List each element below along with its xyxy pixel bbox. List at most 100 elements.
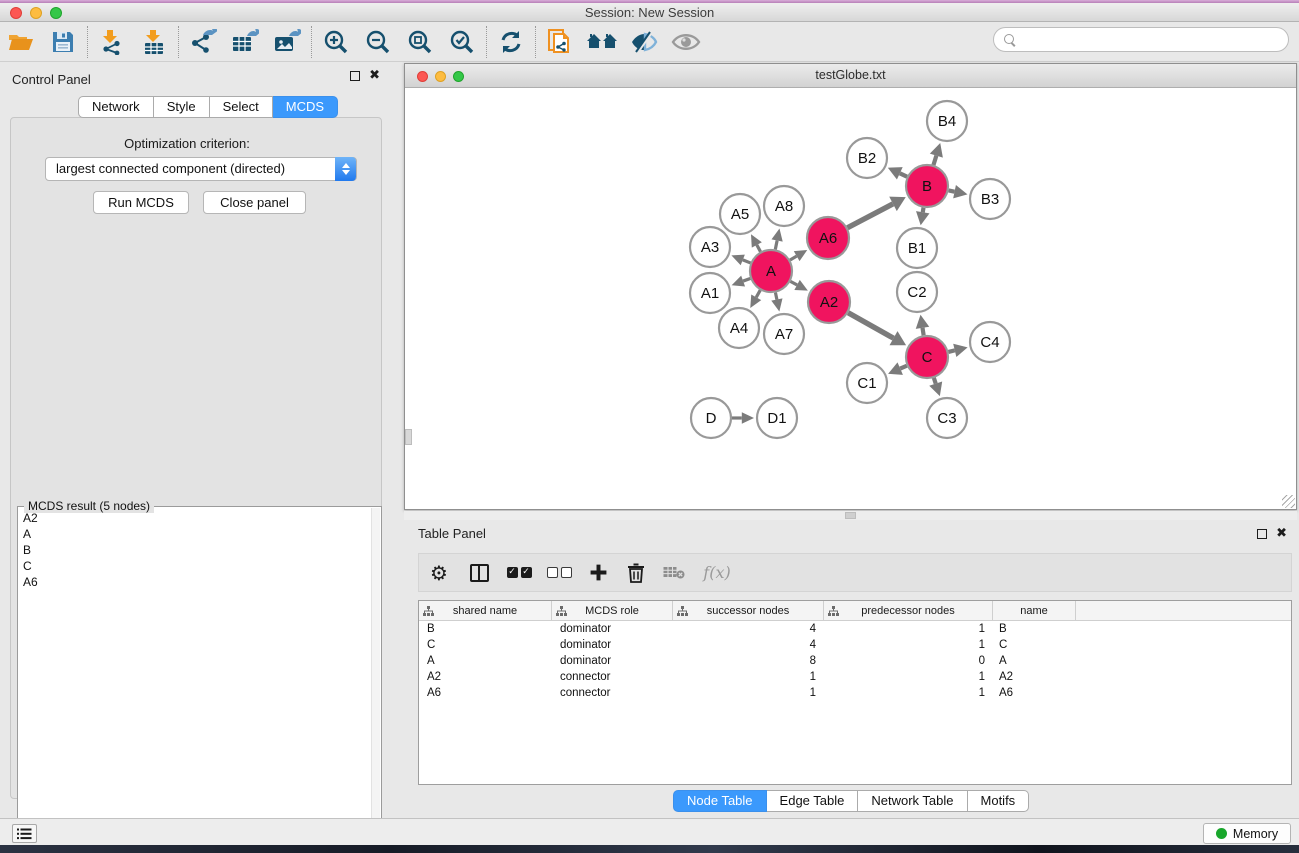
select-all-columns-button[interactable]: ✓✓: [499, 555, 539, 591]
export-image-button[interactable]: [266, 24, 308, 60]
node-label-A5: A5: [731, 206, 749, 223]
node-label-C1: C1: [857, 375, 876, 392]
close-panel-button[interactable]: Close panel: [203, 191, 306, 214]
result-item[interactable]: A6: [18, 574, 371, 590]
edge-A6-B[interactable]: [847, 204, 893, 228]
tab-edge-table[interactable]: Edge Table: [767, 790, 859, 812]
clone-network-button[interactable]: [539, 24, 581, 60]
table-row[interactable]: Cdominator41C: [419, 637, 1291, 653]
table-row[interactable]: Bdominator41B: [419, 621, 1291, 637]
result-item[interactable]: C: [18, 558, 371, 574]
deselect-all-columns-button[interactable]: [539, 555, 579, 591]
search-field[interactable]: [993, 27, 1289, 52]
float-panel-icon[interactable]: [350, 71, 360, 81]
table-cell: dominator: [552, 621, 673, 637]
zoom-selected-button[interactable]: [441, 24, 483, 60]
network-view-window[interactable]: testGlobe.txt B4B2BB3A8A5A6A3B1AC2A1A2A4…: [404, 63, 1297, 510]
table-row[interactable]: A2connector11A2: [419, 669, 1291, 685]
network-canvas[interactable]: B4B2BB3A8A5A6A3B1AC2A1A2A4A7C4CC1C3DD1: [405, 89, 1296, 509]
edge-A-A1[interactable]: [743, 278, 750, 281]
edge-arrowhead: [732, 276, 745, 287]
column-header-predecessor-nodes[interactable]: predecessor nodes: [824, 601, 993, 621]
node-label-C: C: [922, 349, 933, 366]
edge-B-B4[interactable]: [933, 156, 936, 165]
edge-A-A5[interactable]: [757, 245, 761, 252]
zoom-fit-button[interactable]: [399, 24, 441, 60]
mcds-tab-content: Optimization criterion: largest connecte…: [10, 117, 382, 799]
edge-A-A6[interactable]: [790, 256, 797, 260]
network-horizontal-scrollbar[interactable]: [404, 511, 1297, 520]
column-header-name[interactable]: name: [993, 601, 1076, 621]
run-mcds-button[interactable]: Run MCDS: [93, 191, 189, 214]
node-table[interactable]: shared nameMCDS rolesuccessor nodesprede…: [418, 600, 1292, 785]
refresh-icon: [498, 29, 524, 55]
edge-C-C4[interactable]: [948, 350, 954, 352]
import-network-button[interactable]: [91, 24, 133, 60]
delete-column-button[interactable]: [617, 555, 655, 591]
tab-node-table[interactable]: Node Table: [673, 790, 767, 812]
task-history-button[interactable]: [12, 824, 37, 843]
refresh-layout-button[interactable]: [490, 24, 532, 60]
zoom-out-button[interactable]: [357, 24, 399, 60]
edge-B-B2[interactable]: [900, 173, 907, 176]
result-item[interactable]: A: [18, 526, 371, 542]
column-header-MCDS-role[interactable]: MCDS role: [552, 601, 673, 621]
tab-mcds[interactable]: MCDS: [273, 96, 338, 118]
import-table-button[interactable]: [133, 24, 175, 60]
network-vertical-scrollbar[interactable]: [405, 429, 412, 445]
edge-A2-C[interactable]: [848, 313, 893, 338]
table-row[interactable]: Adominator80A: [419, 653, 1291, 669]
table-settings-button[interactable]: ⚙: [419, 555, 459, 591]
split-view-button[interactable]: [459, 555, 499, 591]
search-input[interactable]: [1016, 33, 1288, 47]
export-table-button[interactable]: [224, 24, 266, 60]
column-header-shared-name[interactable]: shared name: [419, 601, 552, 621]
tab-motifs[interactable]: Motifs: [968, 790, 1030, 812]
control-panel-tabs: NetworkStyleSelectMCDS: [78, 96, 338, 118]
tab-network-table[interactable]: Network Table: [858, 790, 967, 812]
save-session-button[interactable]: [42, 24, 84, 60]
network-graph[interactable]: B4B2BB3A8A5A6A3B1AC2A1A2A4A7C4CC1C3DD1: [405, 89, 1296, 509]
edge-A-A3[interactable]: [743, 260, 751, 263]
node-label-A3: A3: [701, 239, 719, 256]
edge-A-A7[interactable]: [775, 293, 776, 300]
close-panel-icon[interactable]: ✖: [369, 71, 380, 81]
show-all-networks-button[interactable]: [581, 24, 623, 60]
edge-C-C1[interactable]: [900, 366, 907, 369]
function-builder-button[interactable]: f(x): [693, 555, 741, 591]
edge-arrowhead: [771, 229, 782, 242]
edge-C-C3[interactable]: [934, 378, 936, 384]
result-item[interactable]: B: [18, 542, 371, 558]
edge-B-B1[interactable]: [923, 208, 924, 213]
float-table-panel-icon[interactable]: [1257, 529, 1267, 539]
toolbar-separator: [486, 26, 487, 58]
delete-table-button[interactable]: [655, 555, 693, 591]
table-cell: C: [993, 637, 1076, 653]
toggle-graphics-details-button[interactable]: [623, 24, 665, 60]
tab-style[interactable]: Style: [154, 96, 210, 118]
edge-C-C2[interactable]: [923, 328, 924, 335]
zoom-in-button[interactable]: [315, 24, 357, 60]
result-item[interactable]: A2: [18, 510, 371, 526]
close-table-panel-icon[interactable]: ✖: [1276, 529, 1287, 539]
open-session-button[interactable]: [0, 24, 42, 60]
mcds-result-list[interactable]: A2ABCA6: [18, 510, 371, 843]
tab-network[interactable]: Network: [78, 96, 154, 118]
tab-select[interactable]: Select: [210, 96, 273, 118]
table-cell: connector: [552, 685, 673, 701]
criterion-dropdown[interactable]: largest connected component (directed): [45, 157, 357, 181]
edge-A-A2[interactable]: [790, 281, 797, 285]
export-network-button[interactable]: [182, 24, 224, 60]
edge-A-A4[interactable]: [756, 290, 760, 297]
table-cell: A: [993, 653, 1076, 669]
result-scrollbar[interactable]: [371, 508, 380, 844]
toggle-birds-eye-button[interactable]: [665, 24, 707, 60]
add-column-button[interactable]: [579, 555, 617, 591]
network-resize-grip[interactable]: [1282, 495, 1295, 508]
table-row[interactable]: A6connector11A6: [419, 685, 1291, 701]
edge-A-A8[interactable]: [775, 241, 777, 250]
column-header-successor-nodes[interactable]: successor nodes: [673, 601, 824, 621]
edge-B-B3[interactable]: [949, 190, 955, 191]
memory-button[interactable]: Memory: [1203, 823, 1291, 844]
node-label-B: B: [922, 178, 932, 195]
